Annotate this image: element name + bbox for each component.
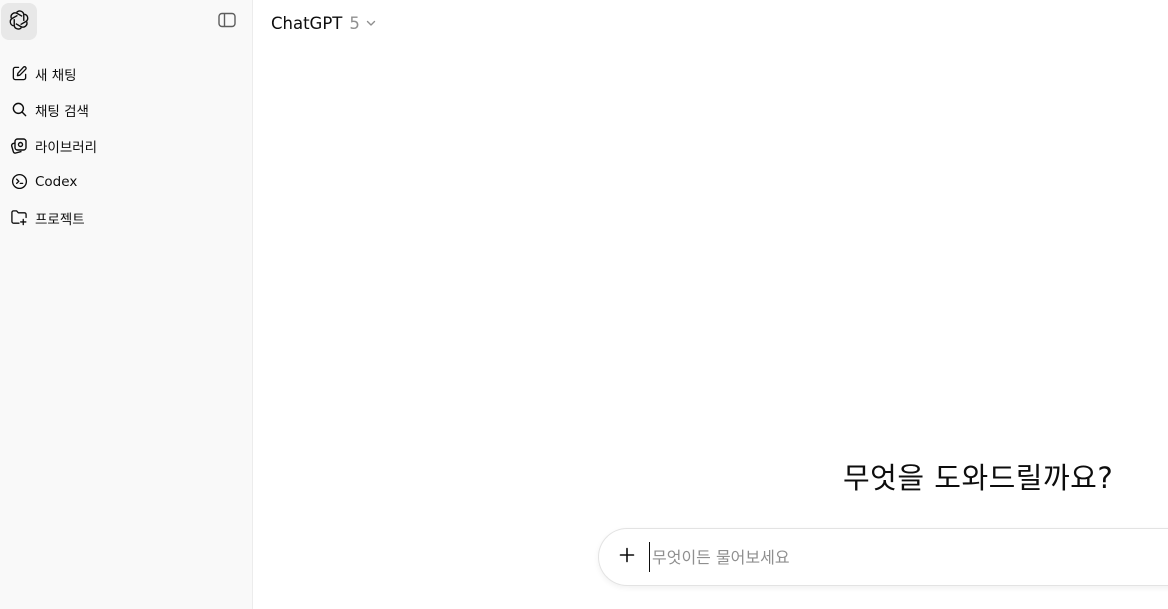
codex-icon — [10, 173, 28, 191]
chevron-down-icon — [365, 17, 377, 29]
attach-button[interactable] — [609, 539, 645, 575]
sidebar-item-label: 채팅 검색 — [35, 103, 89, 120]
sidebar-item-new-chat[interactable]: 새 채팅 — [0, 56, 252, 91]
app-window: 새 채팅 채팅 검색 라이브러리 Codex 프로젝트 ChatGPT 5 무엇… — [0, 0, 1168, 609]
new-folder-icon — [10, 209, 28, 227]
sidebar-item-label: 새 채팅 — [35, 67, 77, 84]
greeting-heading: 무엇을 도와드릴까요? — [843, 461, 1114, 495]
sidebar-item-codex[interactable]: Codex — [0, 164, 252, 199]
home-logo-button[interactable] — [1, 3, 37, 40]
sidebar-item-label: 라이브러리 — [35, 139, 98, 156]
sidebar-toggle-icon — [218, 12, 236, 32]
sidebar-item-label: Codex — [35, 173, 78, 190]
sidebar-item-search-chats[interactable]: 채팅 검색 — [0, 92, 252, 127]
main-panel: ChatGPT 5 무엇을 도와드릴까요? — [253, 0, 1168, 609]
model-selector[interactable]: ChatGPT 5 — [271, 12, 377, 34]
sidebar: 새 채팅 채팅 검색 라이브러리 Codex 프로젝트 — [0, 0, 253, 609]
sidebar-toggle-button[interactable] — [216, 11, 238, 33]
sidebar-item-library[interactable]: 라이브러리 — [0, 128, 252, 163]
edit-icon — [10, 65, 28, 83]
model-version: 5 — [349, 13, 360, 33]
sidebar-nav: 새 채팅 채팅 검색 라이브러리 Codex 프로젝트 — [0, 56, 252, 236]
sidebar-item-label: 프로젝트 — [35, 211, 85, 228]
model-name: ChatGPT — [271, 13, 343, 33]
library-icon — [10, 137, 28, 155]
prompt-input[interactable] — [649, 542, 1168, 572]
search-icon — [10, 101, 28, 119]
composer — [598, 528, 1168, 586]
openai-logo-icon — [8, 9, 30, 35]
sidebar-item-projects[interactable]: 프로젝트 — [0, 200, 252, 235]
plus-icon — [619, 547, 635, 567]
